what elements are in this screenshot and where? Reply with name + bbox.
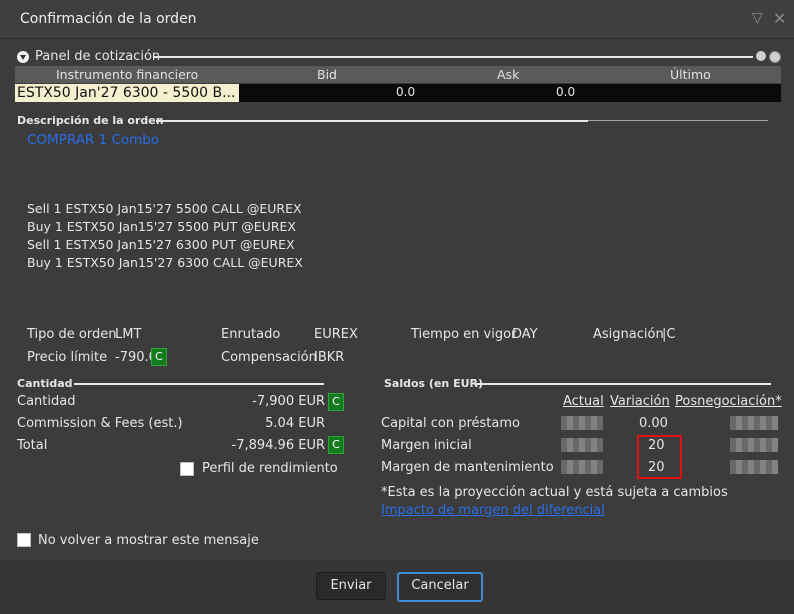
chevron-down-icon[interactable]: ▽ xyxy=(752,10,763,26)
cancel-button[interactable]: Cancelar xyxy=(397,572,483,602)
redacted-value xyxy=(561,460,603,474)
header-bid: Bid xyxy=(317,67,337,82)
search-icon[interactable] xyxy=(756,51,766,61)
settings-icon[interactable] xyxy=(769,51,781,63)
header-last: Último xyxy=(670,67,711,82)
tif-value: DAY xyxy=(512,327,538,342)
instrument-cell[interactable]: ESTX50 Jan'27 6300 - 5500 B... xyxy=(15,84,239,102)
balance-row-label: Margen de mantenimiento xyxy=(381,460,554,475)
quantity-section-label: Cantidad xyxy=(17,377,73,390)
tif-label: Tiempo en vigor xyxy=(411,327,517,342)
order-type-label: Tipo de orden xyxy=(27,327,117,342)
title-bar: Confirmación de la orden ▽ ✕ xyxy=(0,0,794,39)
close-icon[interactable]: ✕ xyxy=(773,9,786,28)
margin-impact-link[interactable]: Impacto de margen del diferencial xyxy=(381,503,605,518)
projection-note: *Esta es la proyección actual y está suj… xyxy=(381,485,728,500)
order-type-value: LMT xyxy=(115,327,142,342)
section-divider xyxy=(74,383,324,385)
leg-2: Buy 1 ESTX50 Jan15'27 5500 PUT @EUREX xyxy=(27,219,296,234)
section-divider xyxy=(153,56,753,58)
section-divider xyxy=(476,383,771,385)
profile-label: Perfil de rendimiento xyxy=(202,461,338,476)
leg-3: Sell 1 ESTX50 Jan15'27 6300 PUT @EUREX xyxy=(27,237,295,252)
order-action: COMPRAR 1 Combo xyxy=(27,132,160,148)
redacted-value xyxy=(730,416,778,430)
commission-row-label: Commission & Fees (est.) xyxy=(17,416,183,431)
header-ask: Ask xyxy=(497,67,520,82)
c-badge[interactable]: C xyxy=(328,436,344,454)
commission-row-value: 5.04 EUR xyxy=(265,416,325,431)
collapse-toggle-icon[interactable] xyxy=(17,51,29,63)
column-actual: Actual xyxy=(563,394,604,409)
quote-panel-label: Panel de cotización xyxy=(35,49,161,64)
c-badge[interactable]: C xyxy=(328,393,344,411)
column-post-trade: Posnegociación* xyxy=(675,394,782,409)
total-row-label: Total xyxy=(17,438,48,453)
dont-show-label: No volver a mostrar este mensaje xyxy=(38,533,259,548)
balances-section-label: Saldos (en EUR) xyxy=(384,377,484,390)
bid-value: 0.0 xyxy=(396,85,416,99)
send-button[interactable]: Enviar xyxy=(316,572,386,600)
redacted-value xyxy=(561,416,603,430)
allocation-value: |C xyxy=(662,327,676,342)
routing-value: EUREX xyxy=(314,327,358,342)
section-divider xyxy=(156,120,588,122)
quantity-row-value: -7,900 EUR xyxy=(252,394,325,409)
clearing-label: Compensación xyxy=(221,350,317,365)
allocation-label: Asignación xyxy=(593,327,664,342)
limit-price-label: Precio límite xyxy=(27,350,108,365)
dont-show-checkbox[interactable] xyxy=(17,533,31,547)
column-variation: Variación xyxy=(610,394,670,409)
leg-4: Buy 1 ESTX50 Jan15'27 6300 CALL @EUREX xyxy=(27,255,303,270)
order-description-label: Descripción de la orden xyxy=(17,114,164,127)
balance-row-label: Capital con préstamo xyxy=(381,416,520,431)
redacted-value xyxy=(561,438,603,452)
routing-label: Enrutado xyxy=(221,327,281,342)
clearing-value: IBKR xyxy=(314,350,345,365)
leg-1: Sell 1 ESTX50 Jan15'27 5500 CALL @EUREX xyxy=(27,201,302,216)
profile-checkbox[interactable] xyxy=(180,462,194,476)
total-row-value: -7,894.96 EUR xyxy=(231,438,325,453)
redacted-value xyxy=(730,460,778,474)
c-badge[interactable]: C xyxy=(151,348,167,366)
balance-row-variation: 0.00 xyxy=(639,416,668,431)
window-title: Confirmación de la orden xyxy=(20,11,197,27)
highlight-box xyxy=(637,435,682,479)
quantity-row-label: Cantidad xyxy=(17,394,76,409)
section-divider xyxy=(588,120,768,121)
header-instrument: Instrumento financiero xyxy=(56,67,199,82)
ask-value: 0.0 xyxy=(556,85,576,99)
balance-row-label: Margen inicial xyxy=(381,438,472,453)
redacted-value xyxy=(730,438,778,452)
